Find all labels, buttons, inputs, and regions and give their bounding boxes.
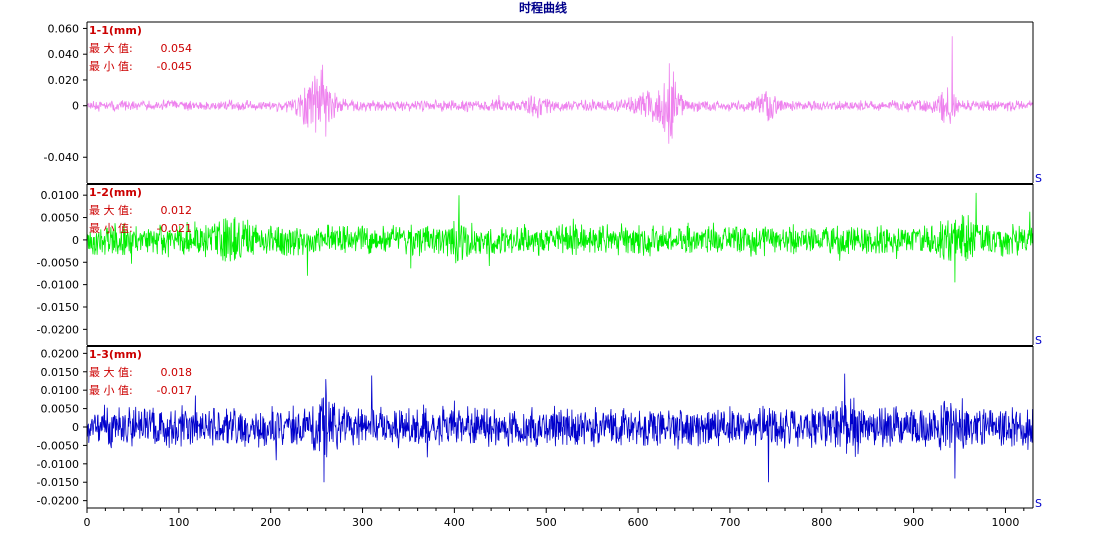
y-tick-label: 0.060 xyxy=(48,22,80,35)
y-tick-label: 0.0050 xyxy=(41,403,80,416)
x-tick-label: 0 xyxy=(84,516,91,529)
time-history-chart: 时程曲线 0.0600.0400.0200-0.0401-1(mm)最 大 值:… xyxy=(37,0,1042,529)
y-tick-label: 0.0150 xyxy=(41,366,80,379)
max-value: 0.012 xyxy=(161,204,193,217)
panel-title: 1-2(mm) xyxy=(89,186,142,199)
x-tick-label: 600 xyxy=(628,516,649,529)
panel-2: 0.0100 0.0050 0 -0.0050 -0.0100 -0.0150 -0.020… xyxy=(37,183,1042,347)
y-tick-label: 0.0100 xyxy=(41,384,80,397)
x-tick-label: 500 xyxy=(536,516,557,529)
chart-title: 时程曲线 xyxy=(519,0,567,15)
min-value: -0.045 xyxy=(157,60,192,73)
y-tick-label: 0.040 xyxy=(48,48,80,61)
x-unit-label: S xyxy=(1035,497,1042,510)
series-line-2 xyxy=(86,192,1034,283)
y-tick-label: 0 xyxy=(72,100,79,113)
panels-group: 0.0600.0400.0200-0.0401-1(mm)最 大 值: 0.054… xyxy=(37,21,1042,510)
max-label: 最 大 值: xyxy=(89,365,133,379)
max-value: 0.054 xyxy=(161,42,193,55)
min-value: -0.021 xyxy=(157,222,192,235)
y-tick-label: 0.0050 xyxy=(41,212,80,225)
x-tick-label: 800 xyxy=(811,516,832,529)
y-tick-label: -0.0200 xyxy=(37,495,79,508)
x-axis: 0 100 200 300 400 500 600 700 800 900 1000 xyxy=(84,507,1033,529)
x-unit-label: S xyxy=(1035,334,1042,347)
panel-title: 1-3(mm) xyxy=(89,348,142,361)
min-label: 最 小 值: xyxy=(89,222,133,235)
series-line-1 xyxy=(86,36,1034,144)
y-tick-label: -0.0150 xyxy=(37,476,79,489)
x-tick-label: 900 xyxy=(903,516,924,529)
y-tick-label: 0.0100 xyxy=(41,189,80,202)
y-tick-label: -0.0050 xyxy=(37,256,79,269)
x-tick-label: 300 xyxy=(352,516,373,529)
x-unit-label: S xyxy=(1035,172,1042,185)
series-line-3 xyxy=(86,373,1034,483)
x-tick-label: 200 xyxy=(260,516,281,529)
y-tick-label: -0.0100 xyxy=(37,279,79,292)
min-label: 最 小 值: xyxy=(89,384,133,397)
x-tick-label: 700 xyxy=(719,516,740,529)
y-tick-label: -0.0150 xyxy=(37,301,79,314)
max-label: 最 大 值: xyxy=(89,41,133,55)
y-tick-label: 0.0200 xyxy=(41,347,80,360)
min-label: 最 小 值: xyxy=(89,60,133,73)
y-tick-label: -0.0050 xyxy=(37,439,79,452)
x-tick-label: 400 xyxy=(444,516,465,529)
x-tick-label: 100 xyxy=(168,516,189,529)
max-value: 0.018 xyxy=(161,366,193,379)
max-label: 最 大 值: xyxy=(89,203,133,217)
min-value: -0.017 xyxy=(157,384,192,397)
y-tick-label: 0.020 xyxy=(48,74,80,87)
y-tick-label: -0.0200 xyxy=(37,323,79,336)
y-tick-label: 0 xyxy=(72,234,79,247)
panel-title: 1-1(mm) xyxy=(89,24,142,37)
y-tick-label: -0.0100 xyxy=(37,458,79,471)
y-tick-label: -0.040 xyxy=(44,151,79,164)
y-tick-label: 0 xyxy=(72,421,79,434)
x-tick-label: 1000 xyxy=(991,516,1019,529)
panel-3: 0.0200 0.0150 0.0100 0.0050 0 -0.0050 -0.0100 -… xyxy=(37,345,1042,510)
panel-1: 0.060 0.040 0.020 0 -0.040 1-1(mm) 最 大 值: 0.054… xyxy=(44,21,1042,185)
